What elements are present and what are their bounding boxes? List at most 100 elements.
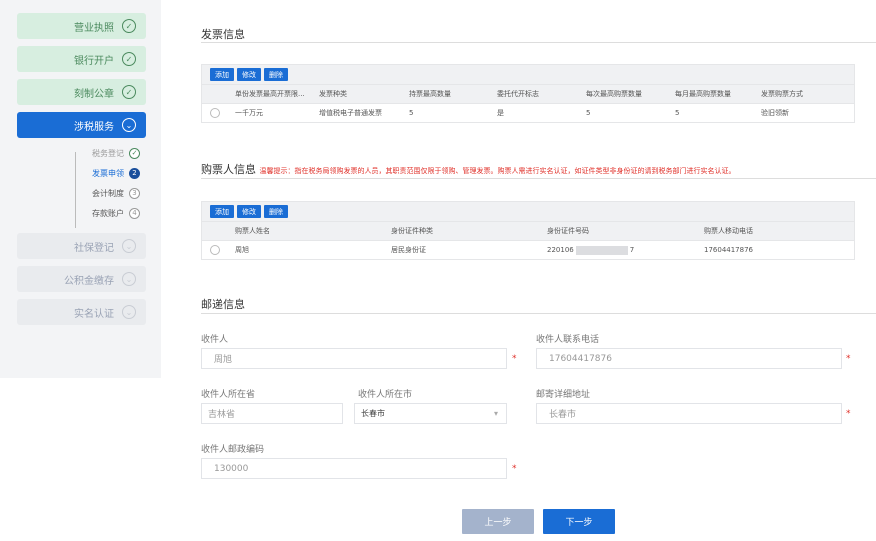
- table-cell: 5: [675, 109, 680, 117]
- required-mark: *: [846, 354, 851, 364]
- phone-input[interactable]: 17604417876: [536, 348, 842, 369]
- table-row[interactable]: 一千万元 增值税电子普通发票 5 是 5 5 验旧领新: [202, 103, 854, 122]
- zip-input[interactable]: 130000: [201, 458, 507, 479]
- row-select-radio[interactable]: [210, 108, 220, 118]
- buyer-add-button[interactable]: 添加: [210, 205, 234, 218]
- step-label: 刻制公章: [74, 88, 114, 100]
- substep-label: 存款账户: [92, 208, 124, 218]
- chevron-down-icon: ⌄: [122, 272, 136, 286]
- check-icon: ✓: [129, 147, 140, 159]
- substep-label: 税务登记: [92, 148, 124, 158]
- step-number-badge: 2: [129, 167, 140, 179]
- buyer-section-title: 购票人信息: [201, 163, 256, 176]
- buyer-delete-button[interactable]: 删除: [264, 205, 288, 218]
- row-select-radio[interactable]: [210, 245, 220, 255]
- column-header: 身份证件种类: [391, 227, 433, 235]
- substep-invoice-application[interactable]: 发票申领 2: [60, 163, 140, 183]
- recipient-label: 收件人: [201, 335, 229, 345]
- column-header: 身份证件号码: [547, 227, 589, 235]
- page: 营业执照 ✓ 银行开户 ✓ 刻制公章 ✓ 涉税服务 ⌄ 税务登记 ✓ 发票申领 …: [0, 0, 876, 541]
- buyer-edit-button[interactable]: 修改: [237, 205, 261, 218]
- prev-step-button[interactable]: 上一步: [462, 509, 534, 534]
- mail-section-title: 邮递信息: [201, 298, 245, 311]
- city-select[interactable]: 长春市 ▾: [354, 403, 507, 424]
- table-cell: 一千万元: [235, 109, 263, 117]
- table-cell: 是: [497, 109, 504, 117]
- sidebar: 营业执照 ✓ 银行开户 ✓ 刻制公章 ✓ 涉税服务 ⌄ 税务登记 ✓ 发票申领 …: [0, 0, 161, 378]
- step-bank-account[interactable]: 银行开户 ✓: [17, 46, 146, 72]
- substep-deposit-account[interactable]: 存款账户 4: [60, 203, 140, 223]
- table-header: 单份发票最高开票限... 发票种类 持票最高数量 委托代开标志 每次最高购票数量…: [202, 84, 854, 103]
- buyer-warning: 温馨提示：指在税务局领购发票的人员，其职责范围仅限于领购、管理发票。购票人需进行…: [259, 167, 736, 175]
- table-cell: 5: [409, 109, 414, 117]
- check-icon: ✓: [122, 19, 136, 33]
- divider: [201, 178, 876, 179]
- column-header: 持票最高数量: [409, 90, 451, 98]
- step-real-name[interactable]: 实名认证 ⌄: [17, 299, 146, 325]
- chevron-down-icon: ⌄: [122, 239, 136, 253]
- invoice-add-button[interactable]: 添加: [210, 68, 234, 81]
- required-mark: *: [512, 464, 517, 474]
- address-label: 邮寄详细地址: [536, 390, 591, 400]
- step-number-badge: 4: [129, 207, 140, 219]
- step-tax-service[interactable]: 涉税服务 ⌄: [17, 112, 146, 138]
- invoice-edit-button[interactable]: 修改: [237, 68, 261, 81]
- zip-label: 收件人邮政编码: [201, 445, 265, 455]
- step-seal[interactable]: 刻制公章 ✓: [17, 79, 146, 105]
- column-header: 购票人移动电话: [704, 227, 753, 235]
- table-cell: 17604417876: [704, 246, 753, 254]
- substep-label: 发票申领: [92, 168, 124, 178]
- buyer-toolbar: 添加 修改 删除: [202, 202, 854, 221]
- step-housing-fund[interactable]: 公积金缴存 ⌄: [17, 266, 146, 292]
- phone-label: 收件人联系电话: [536, 335, 600, 345]
- required-mark: *: [512, 354, 517, 364]
- column-header: 单份发票最高开票限...: [235, 90, 305, 98]
- table-cell: 居民身份证: [391, 246, 426, 254]
- divider: [201, 313, 876, 314]
- column-header: 发票购票方式: [761, 90, 803, 98]
- chevron-down-icon: ▾: [493, 409, 498, 418]
- substep-list: 税务登记 ✓ 发票申领 2 会计制度 3 存款账户 4: [60, 143, 140, 223]
- province-label: 收件人所在省: [201, 390, 256, 400]
- column-header: 委托代开标志: [497, 90, 539, 98]
- step-label: 公积金缴存: [64, 275, 114, 287]
- step-label: 涉税服务: [74, 121, 114, 133]
- redacted-block: [575, 245, 628, 255]
- buyer-section-header: 购票人信息 温馨提示：指在税务局领购发票的人员，其职责范围仅限于领购、管理发票。…: [201, 161, 861, 177]
- id-number-prefix: 220106: [547, 246, 574, 254]
- buyer-table: 添加 修改 删除 购票人姓名 身份证件种类 身份证件号码 购票人移动电话 周旭 …: [201, 201, 855, 260]
- id-number-cell: 220106 7: [542, 245, 699, 255]
- step-label: 营业执照: [74, 22, 114, 34]
- substep-accounting-system[interactable]: 会计制度 3: [60, 183, 140, 203]
- id-number-suffix: 7: [629, 246, 635, 254]
- invoice-delete-button[interactable]: 删除: [264, 68, 288, 81]
- chevron-down-icon: ⌄: [122, 118, 136, 132]
- check-icon: ✓: [122, 52, 136, 66]
- divider: [201, 42, 876, 43]
- substep-tax-registration[interactable]: 税务登记 ✓: [60, 143, 140, 163]
- invoice-table: 添加 修改 删除 单份发票最高开票限... 发票种类 持票最高数量 委托代开标志…: [201, 64, 855, 123]
- province-input[interactable]: 吉林省: [201, 403, 343, 424]
- table-header: 购票人姓名 身份证件种类 身份证件号码 购票人移动电话: [202, 221, 854, 240]
- step-business-license[interactable]: 营业执照 ✓: [17, 13, 146, 39]
- column-header: 每月最高购票数量: [675, 90, 731, 98]
- city-select-value: 长春市: [361, 409, 385, 418]
- column-header: 发票种类: [319, 90, 347, 98]
- column-header: 每次最高购票数量: [586, 90, 642, 98]
- recipient-input[interactable]: 周旭: [201, 348, 507, 369]
- check-icon: ✓: [122, 85, 136, 99]
- column-header: 购票人姓名: [235, 227, 270, 235]
- table-cell: 5: [586, 109, 591, 117]
- next-step-button[interactable]: 下一步: [543, 509, 615, 534]
- invoice-section-title: 发票信息: [201, 28, 245, 41]
- step-label: 实名认证: [74, 308, 114, 320]
- address-input[interactable]: 长春市: [536, 403, 842, 424]
- step-social-security[interactable]: 社保登记 ⌄: [17, 233, 146, 259]
- step-label: 社保登记: [74, 242, 114, 254]
- step-label: 银行开户: [74, 55, 114, 67]
- table-row[interactable]: 周旭 居民身份证 220106 7 17604417876: [202, 240, 854, 259]
- substep-label: 会计制度: [92, 188, 124, 198]
- table-cell: 验旧领新: [761, 109, 789, 117]
- step-number-badge: 3: [129, 187, 140, 199]
- table-cell: 增值税电子普通发票: [319, 109, 382, 117]
